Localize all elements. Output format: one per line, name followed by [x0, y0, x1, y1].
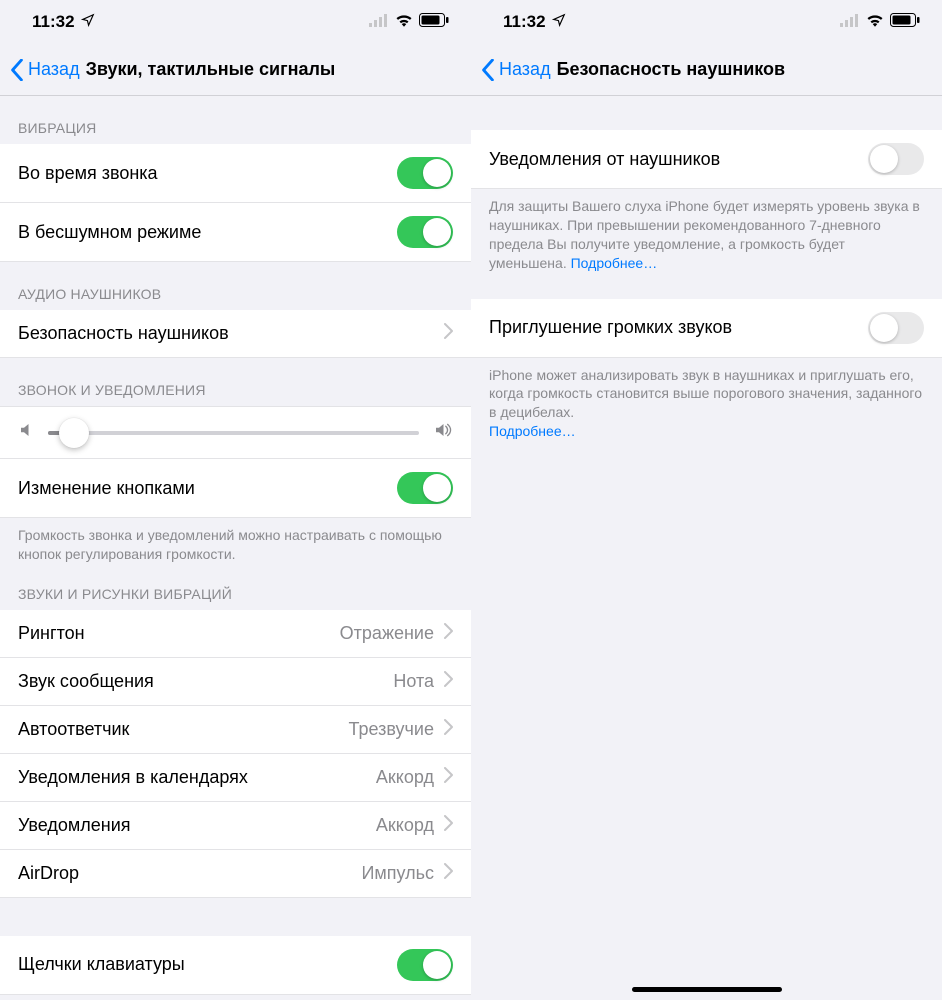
home-indicator	[632, 987, 782, 992]
battery-icon	[419, 12, 449, 32]
row-vibrate-on-ring[interactable]: Во время звонка	[0, 144, 471, 203]
row-headphone-notifications[interactable]: Уведомления от наушников	[471, 130, 942, 189]
wifi-icon	[866, 12, 884, 32]
chevron-right-icon	[444, 671, 453, 692]
row-change-with-buttons[interactable]: Изменение кнопками	[0, 459, 471, 518]
cell-signal-icon	[840, 12, 860, 32]
status-time: 11:32	[503, 12, 546, 32]
row-keyboard-clicks[interactable]: Щелчки клавиатуры	[0, 936, 471, 995]
row-label: Рингтон	[18, 623, 85, 644]
row-value: Нота	[393, 671, 434, 692]
battery-icon	[890, 12, 920, 32]
section-header-headphone-audio: АУДИО НАУШНИКОВ	[0, 262, 471, 310]
ringer-volume-slider[interactable]	[48, 431, 419, 435]
row-value: Трезвучие	[349, 719, 434, 740]
section-footer-headphone-notifications: Для защиты Вашего слуха iPhone будет изм…	[471, 189, 942, 281]
phone-left-sounds-haptics: 11:32 Назад	[0, 0, 471, 1000]
row-label: Автоответчик	[18, 719, 129, 740]
slider-thumb[interactable]	[59, 418, 89, 448]
row-label: AirDrop	[18, 863, 79, 884]
ringer-volume-slider-row	[0, 406, 471, 459]
row-label: Уведомления от наушников	[489, 149, 720, 170]
section-footer-reduce-loud: iPhone может анализировать звук в наушни…	[471, 358, 942, 450]
page-title: Безопасность наушников	[557, 59, 786, 80]
back-button[interactable]: Назад	[10, 59, 80, 81]
row-calendar-alerts[interactable]: Уведомления в календарях Аккорд	[0, 754, 471, 802]
section-header-sounds-patterns: ЗВУКИ И РИСУНКИ ВИБРАЦИЙ	[0, 572, 471, 610]
learn-more-link[interactable]: Подробнее…	[571, 255, 658, 271]
volume-low-icon	[18, 421, 36, 444]
row-label: Безопасность наушников	[18, 323, 229, 344]
row-headphone-safety[interactable]: Безопасность наушников	[0, 310, 471, 358]
phone-right-headphone-safety: 11:32 Назад	[471, 0, 942, 1000]
toggle-vibrate-on-silent[interactable]	[397, 216, 453, 248]
row-label: Щелчки клавиатуры	[18, 954, 185, 975]
row-reminder-alerts[interactable]: Уведомления Аккорд	[0, 802, 471, 850]
learn-more-link[interactable]: Подробнее…	[489, 423, 576, 439]
status-bar: 11:32	[0, 0, 471, 44]
status-bar: 11:32	[471, 0, 942, 44]
toggle-headphone-notifications[interactable]	[868, 143, 924, 175]
volume-high-icon	[431, 421, 453, 444]
row-voicemail[interactable]: Автоответчик Трезвучие	[0, 706, 471, 754]
section-footer-ringer: Громкость звонка и уведомлений можно нас…	[0, 518, 471, 572]
location-arrow-icon	[552, 13, 566, 31]
chevron-right-icon	[444, 863, 453, 884]
chevron-right-icon	[444, 767, 453, 788]
cell-signal-icon	[369, 12, 389, 32]
location-arrow-icon	[81, 13, 95, 31]
row-value: Аккорд	[376, 767, 434, 788]
row-label: Уведомления в календарях	[18, 767, 248, 788]
back-label: Назад	[499, 59, 551, 80]
toggle-change-with-buttons[interactable]	[397, 472, 453, 504]
chevron-right-icon	[444, 323, 453, 344]
row-value: Аккорд	[376, 815, 434, 836]
toggle-keyboard-clicks[interactable]	[397, 949, 453, 981]
row-label: Уведомления	[18, 815, 131, 836]
section-header-vibration: ВИБРАЦИЯ	[0, 96, 471, 144]
row-label: Приглушение громких звуков	[489, 317, 732, 338]
row-vibrate-on-silent[interactable]: В бесшумном режиме	[0, 203, 471, 262]
row-value: Импульс	[361, 863, 434, 884]
chevron-right-icon	[444, 623, 453, 644]
back-label: Назад	[28, 59, 80, 80]
chevron-right-icon	[444, 719, 453, 740]
row-value: Отражение	[340, 623, 434, 644]
row-ringtone[interactable]: Рингтон Отражение	[0, 610, 471, 658]
nav-bar: Назад Безопасность наушников	[471, 44, 942, 96]
status-time: 11:32	[32, 12, 75, 32]
wifi-icon	[395, 12, 413, 32]
back-button[interactable]: Назад	[481, 59, 551, 81]
row-airdrop[interactable]: AirDrop Импульс	[0, 850, 471, 898]
page-title: Звуки, тактильные сигналы	[86, 59, 336, 80]
row-reduce-loud-sounds[interactable]: Приглушение громких звуков	[471, 299, 942, 358]
row-label: Звук сообщения	[18, 671, 154, 692]
toggle-vibrate-on-ring[interactable]	[397, 157, 453, 189]
row-label: Во время звонка	[18, 163, 158, 184]
row-label: В бесшумном режиме	[18, 222, 201, 243]
nav-bar: Назад Звуки, тактильные сигналы	[0, 44, 471, 96]
chevron-right-icon	[444, 815, 453, 836]
toggle-reduce-loud-sounds[interactable]	[868, 312, 924, 344]
row-label: Изменение кнопками	[18, 478, 195, 499]
section-header-ringer-alerts: ЗВОНОК И УВЕДОМЛЕНИЯ	[0, 358, 471, 406]
row-text-tone[interactable]: Звук сообщения Нота	[0, 658, 471, 706]
